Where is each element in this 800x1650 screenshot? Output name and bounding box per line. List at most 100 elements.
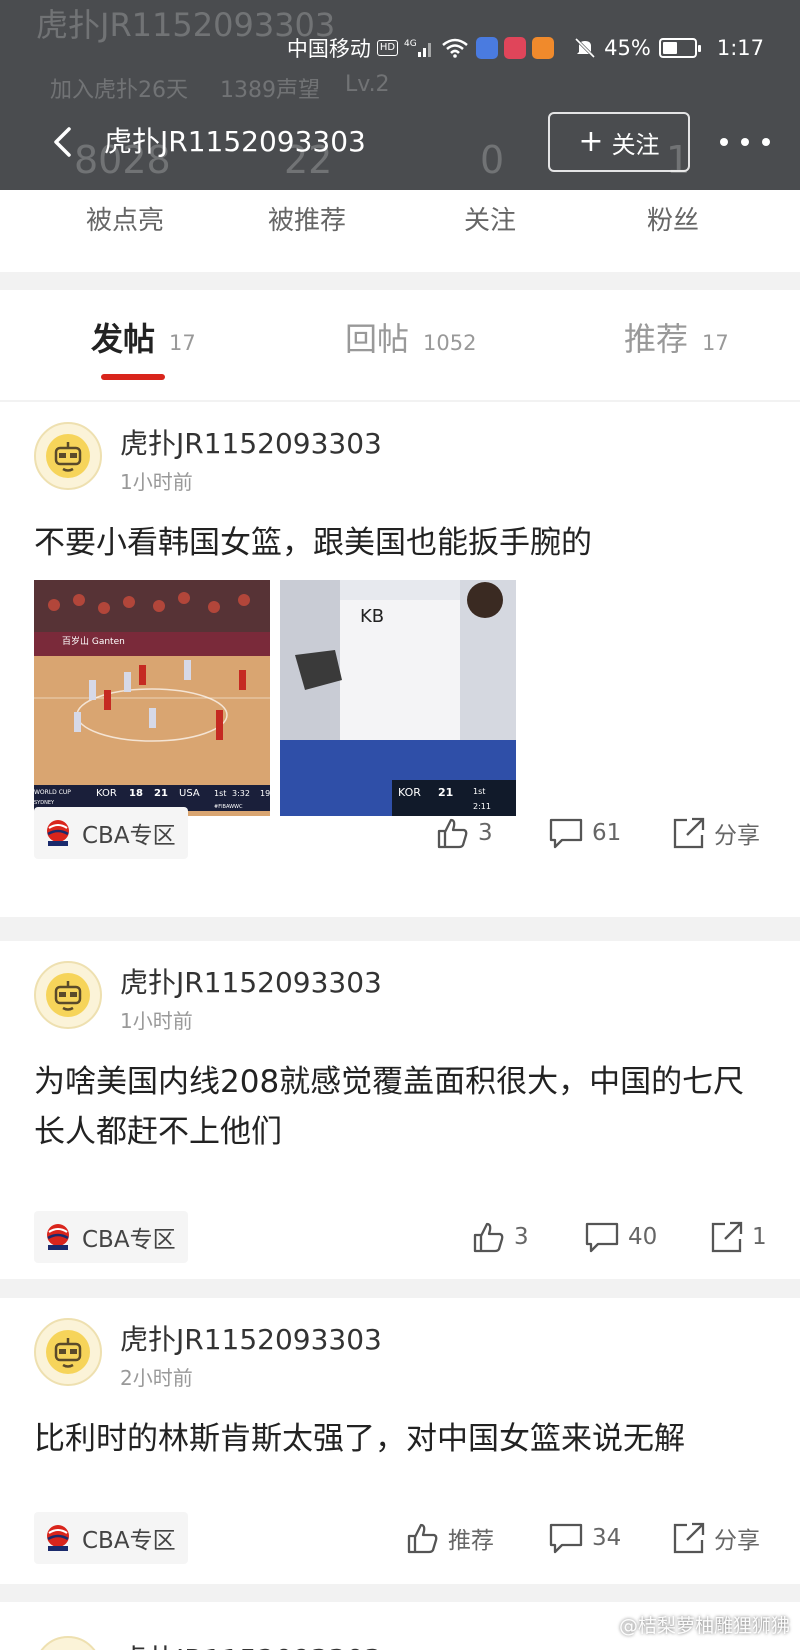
tab-recommend[interactable]: 推荐 17 xyxy=(624,314,729,360)
nav-bar: 虎扑JR1152093303 + 关注 xyxy=(0,108,800,178)
content-tabs: 发帖 17 回帖 1052 推荐 17 xyxy=(0,290,800,400)
comment-count: 61 xyxy=(592,820,622,846)
avatar[interactable] xyxy=(34,422,102,490)
svg-text:3:32: 3:32 xyxy=(232,789,250,798)
post-card[interactable]: 虎扑JR1152093303 1小时前 不要小看韩国女篮，跟美国也能扳手腕的 百… xyxy=(0,402,800,917)
tab-posts-label: 发帖 xyxy=(91,320,156,358)
recommend-button[interactable]: 推荐 xyxy=(406,1512,494,1564)
avatar[interactable] xyxy=(34,1636,102,1650)
mute-icon xyxy=(574,37,596,59)
cba-logo-icon xyxy=(47,1224,69,1250)
share-label: 分享 xyxy=(714,823,760,849)
post-footer: CBA专区 3 40 1 xyxy=(0,1211,800,1263)
follow-button-label: 关注 xyxy=(611,130,660,159)
share-icon xyxy=(673,1522,705,1554)
tab-replies-count: 1052 xyxy=(423,331,477,355)
cba-logo-icon xyxy=(47,1525,69,1551)
follow-button[interactable]: + 关注 xyxy=(548,112,690,172)
like-button[interactable]: 3 xyxy=(472,1211,529,1263)
post-images: 百岁山 Ganten WORLD CUP SYDNEY KOR 18 21 US… xyxy=(34,580,516,816)
forum-tag[interactable]: CBA专区 xyxy=(34,807,188,859)
tab-recommend-label: 推荐 xyxy=(624,320,689,358)
comment-button[interactable]: 61 xyxy=(548,807,621,859)
carrier-name: 中国移动 xyxy=(286,37,371,61)
svg-text:21: 21 xyxy=(438,786,453,799)
sponsor-text: 百岁山 Ganten xyxy=(62,635,125,647)
post-footer: CBA专区 推荐 34 分享 xyxy=(0,1512,800,1564)
like-count: 3 xyxy=(478,820,493,846)
comment-count: 34 xyxy=(592,1525,622,1551)
forum-tag[interactable]: CBA专区 xyxy=(34,1211,188,1263)
tab-replies[interactable]: 回帖 1052 xyxy=(345,314,476,360)
post-image-court[interactable]: 百岁山 Ganten WORLD CUP SYDNEY KOR 18 21 US… xyxy=(34,580,270,816)
tab-posts[interactable]: 发帖 17 xyxy=(91,314,196,360)
post-image-players[interactable]: KB KOR 21 1st 2:11 xyxy=(280,580,516,816)
share-icon xyxy=(673,817,705,849)
svg-text:USA: USA xyxy=(179,788,200,799)
share-icon xyxy=(711,1221,743,1253)
post-author[interactable]: 虎扑JR1152093303 xyxy=(120,1318,382,1358)
post-footer: CBA专区 3 61 分享 xyxy=(0,807,800,859)
post-text[interactable]: 为啥美国内线208就感觉覆盖面积很大，中国的七尺长人都赶不上他们 xyxy=(34,1057,754,1157)
back-icon[interactable] xyxy=(44,124,80,160)
forum-tag-label: CBA专区 xyxy=(82,823,176,849)
post-card[interactable]: 虎扑JR1152093303 2小时前 比利时的林斯肯斯太强了，对中国女篮来说无… xyxy=(0,1298,800,1584)
tab-posts-count: 17 xyxy=(169,331,196,355)
comment-button[interactable]: 40 xyxy=(584,1211,657,1263)
comment-icon xyxy=(585,1222,619,1253)
share-button[interactable]: 分享 xyxy=(672,1512,760,1564)
wifi-icon xyxy=(442,38,468,58)
profile-reputation: 1389声望 xyxy=(220,78,320,103)
svg-text:1st: 1st xyxy=(473,787,485,796)
share-count: 1 xyxy=(752,1224,767,1250)
comment-button[interactable]: 34 xyxy=(548,1512,621,1564)
post-text[interactable]: 比利时的林斯肯斯太强了，对中国女篮来说无解 xyxy=(34,1414,754,1464)
svg-text:SYDNEY: SYDNEY xyxy=(34,800,55,806)
stat-label-lit[interactable]: 被点亮 xyxy=(35,200,215,237)
status-bar: 中国移动 HD 4G 45% 1:17 xyxy=(287,30,800,66)
game-app-icon xyxy=(532,37,555,59)
stat-label-following[interactable]: 关注 xyxy=(400,200,580,237)
forum-tag[interactable]: CBA专区 xyxy=(34,1512,188,1564)
stat-label-fans[interactable]: 粉丝 xyxy=(583,200,763,237)
forum-tag-label: CBA专区 xyxy=(82,1227,176,1253)
plus-icon: + xyxy=(578,124,604,159)
like-button[interactable]: 3 xyxy=(436,807,493,859)
stat-label-recommended[interactable]: 被推荐 xyxy=(217,200,397,237)
tab-replies-label: 回帖 xyxy=(345,320,410,358)
nav-title: 虎扑JR1152093303 xyxy=(104,125,366,158)
profile-level: Lv.2 xyxy=(345,72,390,97)
cba-logo-icon xyxy=(47,820,69,846)
share-label: 分享 xyxy=(714,1528,760,1554)
post-author[interactable]: 虎扑JR1152093303 xyxy=(120,422,382,462)
recommend-label: 推荐 xyxy=(448,1528,494,1554)
profile-joined: 加入虎扑26天 xyxy=(50,78,188,103)
post-author[interactable]: 虎扑JR1152093303 xyxy=(120,961,382,1001)
share-button[interactable]: 分享 xyxy=(672,807,760,859)
thumbs-up-icon xyxy=(437,818,468,849)
tab-recommend-count: 17 xyxy=(702,331,729,355)
post-time: 1小时前 xyxy=(120,1009,193,1033)
like-count: 3 xyxy=(514,1224,529,1250)
top-bar: 虎扑JR1152093303 加入虎扑26天 1389声望 Lv.2 8028 … xyxy=(0,0,800,190)
post-time: 2小时前 xyxy=(120,1366,193,1390)
robot-avatar-icon xyxy=(46,434,90,478)
share-button[interactable]: 1 xyxy=(710,1211,767,1263)
post-card[interactable]: 虎扑JR1152093303 1小时前 为啥美国内线208就感觉覆盖面积很大，中… xyxy=(0,941,800,1279)
hd-badge: HD xyxy=(376,40,399,56)
post-author[interactable]: 虎扑JR1152093303 xyxy=(120,1638,382,1650)
more-icon[interactable] xyxy=(720,124,770,160)
svg-text:1st: 1st xyxy=(214,789,226,798)
svg-text:4G: 4G xyxy=(404,39,417,49)
post-text[interactable]: 不要小看韩国女篮，跟美国也能扳手腕的 xyxy=(34,518,754,568)
reader-app-icon xyxy=(504,37,527,59)
svg-text:18: 18 xyxy=(129,788,143,799)
signal-icon: 4G xyxy=(404,37,434,59)
thumbs-up-icon xyxy=(473,1222,504,1253)
battery-percent: 45% xyxy=(604,36,651,60)
avatar[interactable] xyxy=(34,961,102,1029)
avatar[interactable] xyxy=(34,1318,102,1386)
battery-fill xyxy=(662,42,677,54)
comment-icon xyxy=(549,1523,583,1554)
svg-text:KOR: KOR xyxy=(96,788,117,799)
